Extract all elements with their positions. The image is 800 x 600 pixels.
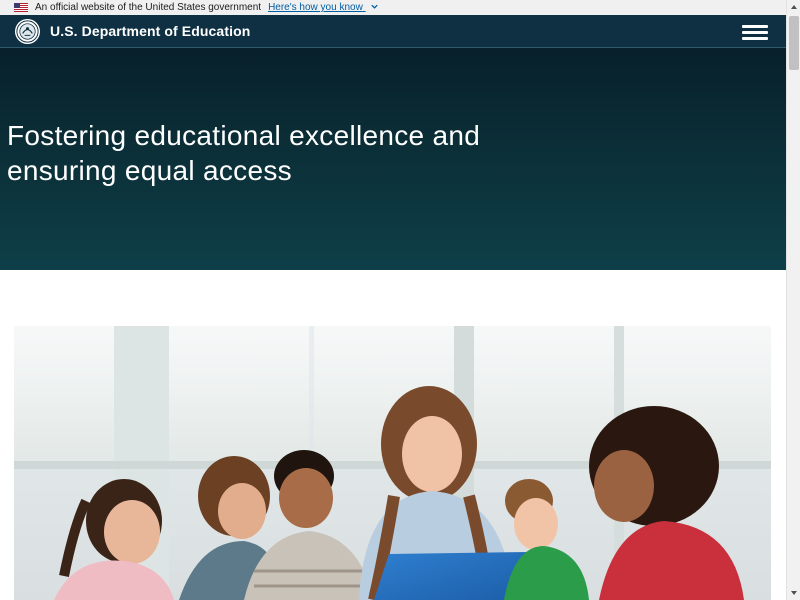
browser-viewport: An official website of the United States… xyxy=(0,0,800,600)
scroll-thumb[interactable] xyxy=(789,16,799,70)
how-you-know-link[interactable]: Here's how you know xyxy=(268,2,379,13)
hamburger-menu-icon xyxy=(740,25,770,40)
page: An official website of the United States… xyxy=(0,0,786,600)
gov-banner: An official website of the United States… xyxy=(0,0,786,15)
department-seal-icon[interactable] xyxy=(14,18,41,45)
official-website-text: An official website of the United States… xyxy=(35,2,262,13)
scroll-down-icon[interactable] xyxy=(787,586,800,600)
hero-section: Fostering educational excellence and ens… xyxy=(0,48,786,270)
teacher-with-students-photo xyxy=(14,326,771,600)
chevron-down-icon xyxy=(370,4,378,9)
how-you-know-label: Here's how you know xyxy=(268,2,363,13)
site-header: U.S. Department of Education xyxy=(0,15,786,48)
site-title[interactable]: U.S. Department of Education xyxy=(50,23,250,39)
page-scrollbar[interactable] xyxy=(786,0,800,600)
scroll-up-icon[interactable] xyxy=(787,0,800,14)
us-flag-icon xyxy=(14,3,28,12)
hero-headline: Fostering educational excellence and ens… xyxy=(7,120,481,186)
menu-button[interactable] xyxy=(740,22,770,42)
